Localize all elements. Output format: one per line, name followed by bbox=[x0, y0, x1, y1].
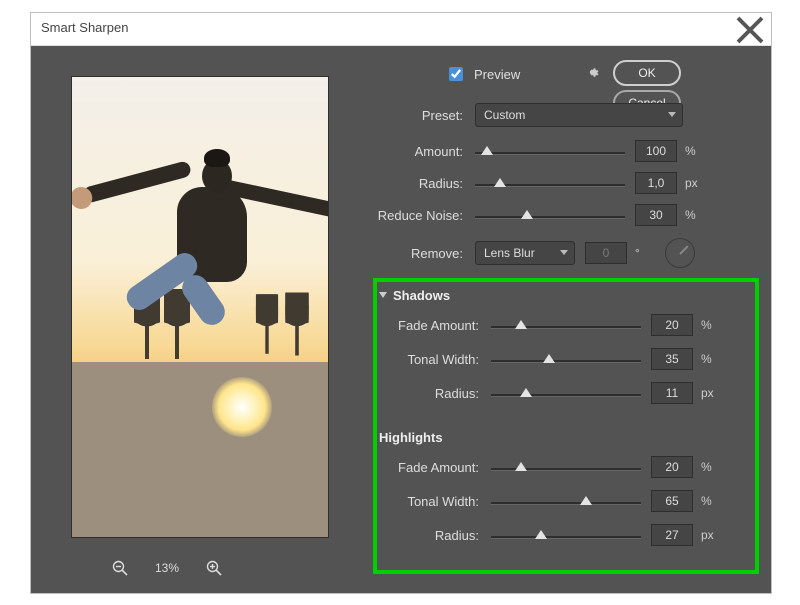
zoom-in-button[interactable] bbox=[205, 559, 223, 577]
settings-button[interactable] bbox=[585, 65, 603, 83]
shadows-tonal-row: Tonal Width: 35 % bbox=[379, 342, 745, 376]
shadows-radius-input[interactable]: 11 bbox=[651, 382, 693, 404]
highlights-tonal-row: Tonal Width: 65 % bbox=[379, 484, 745, 518]
reduce-noise-label: Reduce Noise: bbox=[351, 208, 463, 223]
preview-label: Preview bbox=[474, 67, 520, 82]
zoom-in-icon bbox=[206, 560, 222, 576]
chevron-down-icon bbox=[668, 112, 676, 117]
highlights-header[interactable]: Highlights bbox=[379, 424, 745, 450]
highlights-radius-input[interactable]: 27 bbox=[651, 524, 693, 546]
preset-dropdown[interactable]: Custom bbox=[475, 103, 683, 127]
angle-dial[interactable] bbox=[665, 238, 695, 268]
shadows-radius-slider[interactable] bbox=[491, 382, 641, 404]
amount-row: Amount: 100 % bbox=[351, 138, 741, 164]
shadows-radius-row: Radius: 11 px bbox=[379, 376, 745, 410]
chevron-down-icon bbox=[379, 292, 387, 298]
amount-slider[interactable] bbox=[475, 140, 625, 162]
remove-label: Remove: bbox=[351, 246, 463, 261]
highlights-radius-row: Radius: 27 px bbox=[379, 518, 745, 552]
gear-icon bbox=[585, 65, 600, 80]
chevron-down-icon bbox=[560, 250, 568, 255]
highlights-section: Highlights Fade Amount: 20 % Tonal Width… bbox=[379, 424, 745, 552]
preview-image[interactable] bbox=[71, 76, 329, 538]
radius-label: Radius: bbox=[351, 176, 463, 191]
shadows-fade-slider[interactable] bbox=[491, 314, 641, 336]
close-icon bbox=[735, 15, 765, 45]
shadows-tonal-slider[interactable] bbox=[491, 348, 641, 370]
angle-input: 0 bbox=[585, 242, 627, 264]
amount-input[interactable]: 100 bbox=[635, 140, 677, 162]
radius-row: Radius: 1,0 px bbox=[351, 170, 741, 196]
close-button[interactable] bbox=[735, 19, 765, 41]
zoom-out-button[interactable] bbox=[111, 559, 129, 577]
highlights-radius-slider[interactable] bbox=[491, 524, 641, 546]
preset-row: Preset: Custom bbox=[351, 102, 741, 128]
ok-button[interactable]: OK bbox=[613, 60, 681, 86]
preview-checkbox[interactable]: Preview bbox=[445, 64, 520, 84]
preset-label: Preset: bbox=[351, 108, 463, 123]
shadows-fade-input[interactable]: 20 bbox=[651, 314, 693, 336]
highlights-fade-input[interactable]: 20 bbox=[651, 456, 693, 478]
shadows-fade-row: Fade Amount: 20 % bbox=[379, 308, 745, 342]
highlights-fade-slider[interactable] bbox=[491, 456, 641, 478]
zoom-out-icon bbox=[112, 560, 128, 576]
titlebar: Smart Sharpen bbox=[31, 13, 771, 46]
zoom-controls: 13% bbox=[111, 559, 223, 577]
remove-dropdown[interactable]: Lens Blur bbox=[475, 241, 575, 265]
highlights-fade-row: Fade Amount: 20 % bbox=[379, 450, 745, 484]
shadows-tonal-input[interactable]: 35 bbox=[651, 348, 693, 370]
reduce-noise-row: Reduce Noise: 30 % bbox=[351, 202, 741, 228]
shadows-section: Shadows Fade Amount: 20 % Tonal Width: 3… bbox=[379, 282, 745, 410]
highlights-tonal-slider[interactable] bbox=[491, 490, 641, 512]
shadows-toggle[interactable]: Shadows bbox=[379, 282, 745, 308]
radius-slider[interactable] bbox=[475, 172, 625, 194]
reduce-noise-slider[interactable] bbox=[475, 204, 625, 226]
reduce-noise-input[interactable]: 30 bbox=[635, 204, 677, 226]
remove-row: Remove: Lens Blur 0 ° bbox=[351, 240, 741, 266]
dialog-body: 13% Preview OK Cancel Preset: bbox=[31, 46, 771, 593]
highlights-tonal-input[interactable]: 65 bbox=[651, 490, 693, 512]
zoom-level[interactable]: 13% bbox=[155, 561, 179, 575]
dialog-window: Smart Sharpen 13% bbox=[30, 12, 772, 594]
amount-label: Amount: bbox=[351, 144, 463, 159]
radius-input[interactable]: 1,0 bbox=[635, 172, 677, 194]
window-title: Smart Sharpen bbox=[41, 20, 128, 35]
